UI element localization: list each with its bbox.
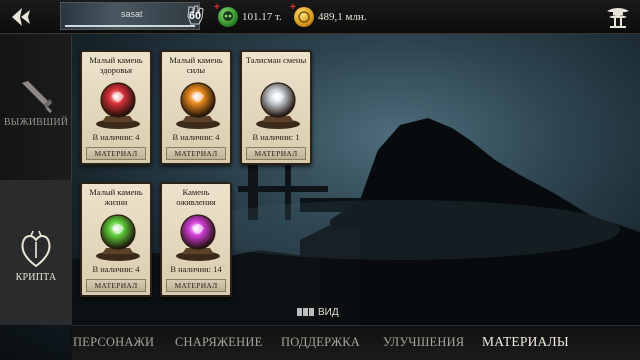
souls-currency[interactable]: + 101.17 т. [214, 2, 282, 28]
card-type-tag: МАТЕРИАЛ [166, 147, 226, 160]
sidebar-label-krypt: КРИПТА [15, 272, 57, 283]
card-stock: В наличии: 4 [172, 132, 220, 142]
card-stock: В наличии: 4 [92, 264, 140, 274]
power-stone-icon [176, 82, 220, 129]
view-label: ВИД [318, 306, 339, 318]
tab-materials[interactable]: МАТЕРИАЛЫ [482, 334, 569, 350]
player-name: sasat [121, 9, 143, 19]
card-title: Малый камень жизни [89, 187, 143, 207]
card-title: Талисман смены [245, 55, 307, 65]
card-stock: В наличии: 14 [170, 264, 222, 274]
card-type-tag: МАТЕРИАЛ [86, 147, 146, 160]
bottom-tab-bar: ПЕРСОНАЖИ СНАРЯЖЕНИЕ ПОДДЕРЖКА УЛУЧШЕНИЯ… [72, 325, 640, 360]
level-value: 60 [188, 10, 202, 22]
koins-plus: + [290, 2, 296, 13]
card-stock: В наличии: 1 [252, 132, 300, 142]
card-type-tag: МАТЕРИАЛ [86, 279, 146, 292]
sidebar: ВЫЖИВШИЙ КРИПТА [0, 35, 72, 325]
life-stone-icon [96, 214, 140, 261]
tab-support[interactable]: ПОДДЕРЖКА [281, 335, 360, 350]
card-title: Малый камень силы [169, 55, 223, 75]
revive-stone-icon [176, 214, 220, 261]
krypt-heart-icon [21, 230, 51, 268]
card-stock: В наличии: 4 [92, 132, 140, 142]
card-title: Камень оживления [176, 187, 216, 207]
sidebar-label-survivor: ВЫЖИВШИЙ [3, 117, 69, 128]
souls-plus: + [214, 2, 220, 13]
koins-amount: 489,1 млн. [318, 11, 367, 23]
souls-skull-icon [218, 7, 238, 27]
player-profile[interactable]: sasat [60, 2, 200, 30]
tab-characters[interactable]: ПЕРСОНАЖИ [73, 335, 154, 350]
back-arrow-icon [12, 8, 30, 26]
level-badge: 60 [184, 4, 206, 26]
xp-bar [65, 25, 195, 27]
view-toggle[interactable]: ВИД [297, 306, 339, 318]
card-swap-talisman[interactable]: Талисман смены В наличии: 1 МАТЕРИАЛ [240, 50, 312, 165]
souls-amount: 101.17 т. [242, 11, 282, 23]
tab-upgrades[interactable]: УЛУЧШЕНИЯ [383, 335, 464, 350]
shrine-button[interactable] [604, 4, 632, 30]
view-grid-icon [297, 308, 314, 316]
dagger-icon [22, 81, 52, 113]
card-revive-stone[interactable]: Камень оживления В наличии: 14 МАТЕРИАЛ [160, 182, 232, 297]
card-small-power-stone[interactable]: Малый камень силы В наличии: 4 МАТЕРИАЛ [160, 50, 232, 165]
top-bar: sasat 60 + 101.17 т. + 489,1 млн. [0, 0, 640, 34]
koin-icon [294, 7, 314, 27]
card-small-health-stone[interactable]: Малый камень здоровья В наличии: 4 МАТЕРИА… [80, 50, 152, 165]
shrine-pagoda-icon [607, 8, 629, 28]
card-small-life-stone[interactable]: Малый камень жизни В наличии: 4 МАТЕРИАЛ [80, 182, 152, 297]
card-title: Малый камень здоровья [89, 55, 143, 75]
card-type-tag: МАТЕРИАЛ [246, 147, 306, 160]
swap-talisman-icon [256, 82, 300, 129]
card-type-tag: МАТЕРИАЛ [166, 279, 226, 292]
sidebar-item-krypt[interactable]: КРИПТА [0, 180, 72, 325]
koins-currency[interactable]: + 489,1 млн. [290, 2, 367, 28]
back-button[interactable] [4, 2, 44, 32]
sidebar-item-survivor[interactable]: ВЫЖИВШИЙ [0, 35, 72, 180]
tab-equipment[interactable]: СНАРЯЖЕНИЕ [175, 335, 262, 350]
health-stone-icon [96, 82, 140, 129]
